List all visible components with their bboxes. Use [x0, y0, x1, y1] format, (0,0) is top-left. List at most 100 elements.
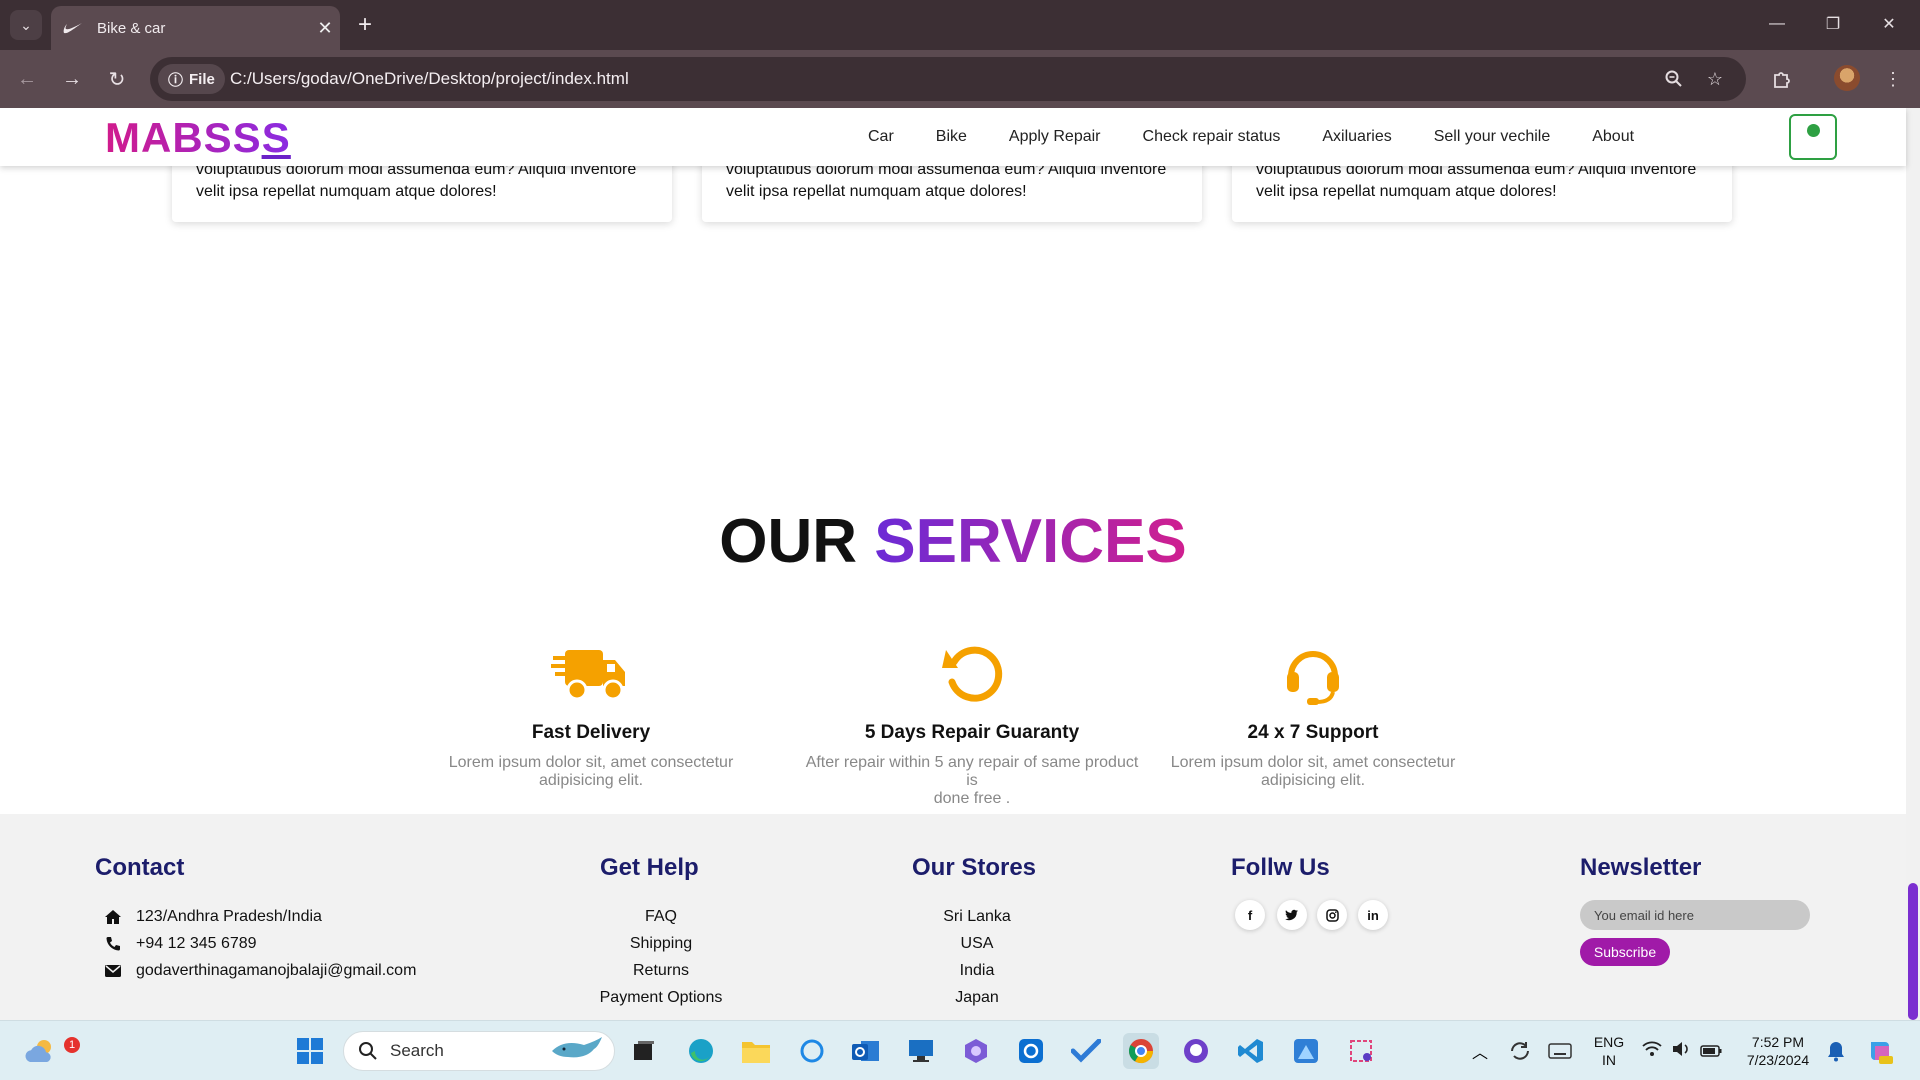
- bookmark-star-icon[interactable]: ☆: [1701, 65, 1729, 93]
- chrome-icon[interactable]: [1123, 1033, 1159, 1069]
- user-account-button[interactable]: [1789, 114, 1837, 160]
- address-bar[interactable]: ⓘ File C:/Users/godav/OneDrive/Desktop/p…: [150, 57, 1746, 101]
- help-link-payment-options[interactable]: Payment Options: [561, 989, 761, 1007]
- reload-button[interactable]: ↻: [100, 62, 134, 96]
- copilot-preview-icon[interactable]: [1862, 1033, 1898, 1069]
- clock-time: 7:52 PM: [1751, 1034, 1805, 1050]
- logo-text: MABSS: [105, 114, 262, 161]
- store-link-sri-lanka[interactable]: Sri Lanka: [877, 908, 1077, 926]
- restore-button[interactable]: ❐: [1810, 8, 1856, 40]
- service-desc-line: done free .: [933, 790, 1011, 807]
- contact-address: 123/Andhra Pradesh/India: [104, 908, 322, 926]
- nav-link-about[interactable]: About: [1592, 128, 1634, 146]
- envelope-icon: [104, 965, 122, 977]
- help-link-faq[interactable]: FAQ: [561, 908, 761, 926]
- nav-link-bike[interactable]: Bike: [936, 128, 967, 146]
- vscode-icon[interactable]: [1233, 1033, 1269, 1069]
- todo-icon[interactable]: [1068, 1033, 1104, 1069]
- help-link-returns[interactable]: Returns: [561, 962, 761, 980]
- site-nav: Car Bike Apply Repair Check repair statu…: [868, 128, 1634, 146]
- store-link-india[interactable]: India: [877, 962, 1077, 980]
- minimize-button[interactable]: —: [1754, 8, 1800, 40]
- file-explorer-icon[interactable]: [738, 1033, 774, 1069]
- back-button[interactable]: ←: [10, 62, 44, 96]
- service-item: Fast Delivery Lorem ipsum dolor sit, ame…: [441, 638, 741, 790]
- chevron-up-icon[interactable]: ︿: [1462, 1033, 1498, 1069]
- nav-link-check-repair-status[interactable]: Check repair status: [1143, 128, 1281, 146]
- phone-text: +94 12 345 6789: [136, 935, 257, 952]
- facebook-icon[interactable]: f: [1235, 900, 1265, 930]
- browser-tab-bar: ⌄ Bike & car ✕ + — ❐ ✕: [0, 0, 1920, 50]
- headset-icon: [1163, 638, 1463, 710]
- help-link-shipping[interactable]: Shipping: [561, 935, 761, 953]
- service-desc-line: Lorem ipsum dolor sit, amet consectetur: [448, 754, 734, 771]
- language-indicator[interactable]: ENG IN: [1592, 1033, 1626, 1069]
- taskbar-search-label: Search: [390, 1041, 444, 1060]
- store-link-japan[interactable]: Japan: [877, 989, 1077, 1007]
- more-menu-icon[interactable]: ⋮: [1876, 62, 1910, 96]
- truck-fast-icon: [441, 638, 741, 710]
- profile-avatar[interactable]: [1834, 65, 1860, 91]
- file-chip-label: File: [189, 70, 215, 88]
- taskbar-search[interactable]: Search: [343, 1031, 615, 1071]
- sync-icon[interactable]: [1502, 1033, 1538, 1069]
- forward-button[interactable]: →: [55, 62, 89, 96]
- contact-phone: +94 12 345 6789: [104, 935, 257, 953]
- browser-tab-active[interactable]: Bike & car ✕: [51, 6, 340, 50]
- whale-icon: [550, 1035, 604, 1068]
- cortana-icon[interactable]: [794, 1033, 830, 1069]
- tab-search-button[interactable]: ⌄: [10, 10, 42, 40]
- zoom-icon[interactable]: [1660, 65, 1688, 93]
- weather-widget-icon[interactable]: 1: [22, 1033, 80, 1069]
- address-text: 123/Andhra Pradesh/India: [136, 908, 322, 925]
- services-heading-part1: OUR: [719, 507, 858, 576]
- services-heading: OUR SERVICES: [0, 506, 1906, 577]
- newsletter-email-input[interactable]: [1580, 900, 1810, 930]
- outlook-icon[interactable]: [848, 1033, 884, 1069]
- instagram-icon[interactable]: [1317, 900, 1347, 930]
- nav-link-car[interactable]: Car: [868, 128, 894, 146]
- remote-desktop-icon[interactable]: [903, 1033, 939, 1069]
- linkedin-icon[interactable]: in: [1358, 900, 1388, 930]
- paint-icon[interactable]: [1288, 1033, 1324, 1069]
- tab-close-icon[interactable]: ✕: [310, 18, 340, 39]
- notification-bell-icon[interactable]: [1818, 1033, 1854, 1069]
- keyboard-icon[interactable]: [1542, 1033, 1578, 1069]
- scrollbar-thumb[interactable]: [1908, 883, 1918, 1020]
- copilot-icon[interactable]: [958, 1033, 994, 1069]
- clock[interactable]: 7:52 PM 7/23/2024: [1736, 1033, 1820, 1069]
- task-view-icon[interactable]: [626, 1033, 662, 1069]
- windows-start-icon[interactable]: [292, 1033, 328, 1069]
- card-text-line: velit ipsa repellat numquam atque dolore…: [726, 183, 1027, 200]
- rotate-left-icon: [802, 638, 1142, 710]
- url-text: C:/Users/godav/OneDrive/Desktop/project/…: [230, 69, 629, 88]
- nav-link-apply-repair[interactable]: Apply Repair: [1009, 128, 1101, 146]
- phone-icon: [104, 936, 122, 952]
- site-logo[interactable]: MABSSS: [105, 114, 291, 162]
- system-tray-quick-settings[interactable]: [1637, 1033, 1727, 1069]
- page-scrollbar[interactable]: [1906, 108, 1920, 1020]
- bluetooth-app-icon[interactable]: [1013, 1033, 1049, 1069]
- service-desc-line: After repair within 5 any repair of same…: [805, 754, 1139, 789]
- services-heading-part2: SERVICES: [874, 507, 1187, 576]
- service-desc-line: adipisicing elit.: [1260, 772, 1366, 789]
- windows-taskbar: 1 Search ︿ ENG IN 7:52 PM 7/23/2024: [0, 1020, 1920, 1080]
- notification-badge: 1: [64, 1037, 80, 1053]
- nav-link-sell-vehicle[interactable]: Sell your vechile: [1434, 128, 1551, 146]
- site-info-chip[interactable]: ⓘ File: [158, 64, 225, 94]
- wifi-icon: [1642, 1040, 1662, 1063]
- home-icon: [104, 909, 122, 925]
- store-link-usa[interactable]: USA: [877, 935, 1077, 953]
- site-header: MABSSS Car Bike Apply Repair Check repai…: [0, 108, 1906, 166]
- edge-browser-icon[interactable]: [683, 1033, 719, 1069]
- snipping-tool-icon[interactable]: [1343, 1033, 1379, 1069]
- nav-link-axiluaries[interactable]: Axiluaries: [1322, 128, 1391, 146]
- twitter-icon[interactable]: [1277, 900, 1307, 930]
- new-tab-button[interactable]: +: [350, 10, 380, 40]
- service-item: 24 x 7 Support Lorem ipsum dolor sit, am…: [1163, 638, 1463, 790]
- service-title: Fast Delivery: [531, 722, 651, 743]
- close-window-button[interactable]: ✕: [1866, 8, 1912, 40]
- subscribe-button[interactable]: Subscribe: [1580, 938, 1670, 966]
- github-desktop-icon[interactable]: [1178, 1033, 1214, 1069]
- extensions-icon[interactable]: [1765, 62, 1799, 96]
